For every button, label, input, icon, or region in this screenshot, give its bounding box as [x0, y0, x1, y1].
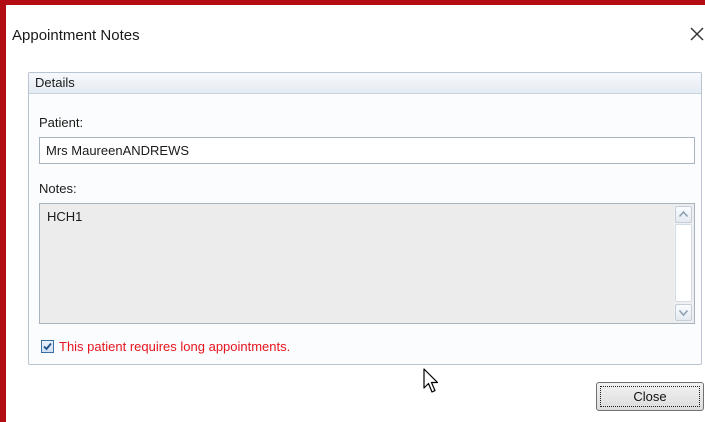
window-title: Appointment Notes: [12, 27, 140, 44]
title-bar[interactable]: Appointment Notes: [6, 5, 705, 60]
checkmark-icon: [43, 342, 52, 351]
patient-label: Patient:: [39, 115, 84, 130]
patient-field[interactable]: [39, 137, 695, 164]
scroll-up-arrow-icon[interactable]: [675, 206, 692, 223]
mouse-pointer-icon: [423, 368, 439, 393]
close-button[interactable]: Close: [596, 382, 704, 411]
scroll-thumb[interactable]: [675, 224, 692, 302]
notes-text: HCH1: [47, 209, 83, 224]
details-group-header: Details: [29, 73, 701, 94]
details-group-title: Details: [35, 75, 75, 90]
dialog-body: Details Patient: Notes: HCH1: [6, 60, 705, 422]
long-appointments-label[interactable]: This patient requires long appointments.: [59, 339, 290, 354]
notes-textarea[interactable]: HCH1: [39, 203, 695, 324]
long-appointments-checkbox[interactable]: [41, 340, 54, 353]
close-button-label: Close: [600, 386, 700, 407]
dialog-window: Appointment Notes Details Patient: Notes…: [0, 0, 705, 422]
close-icon[interactable]: [689, 22, 705, 44]
notes-label: Notes:: [39, 181, 77, 196]
notes-scrollbar[interactable]: [674, 205, 693, 322]
scroll-down-arrow-icon[interactable]: [675, 304, 692, 321]
details-group: Details Patient: Notes: HCH1: [28, 72, 702, 365]
